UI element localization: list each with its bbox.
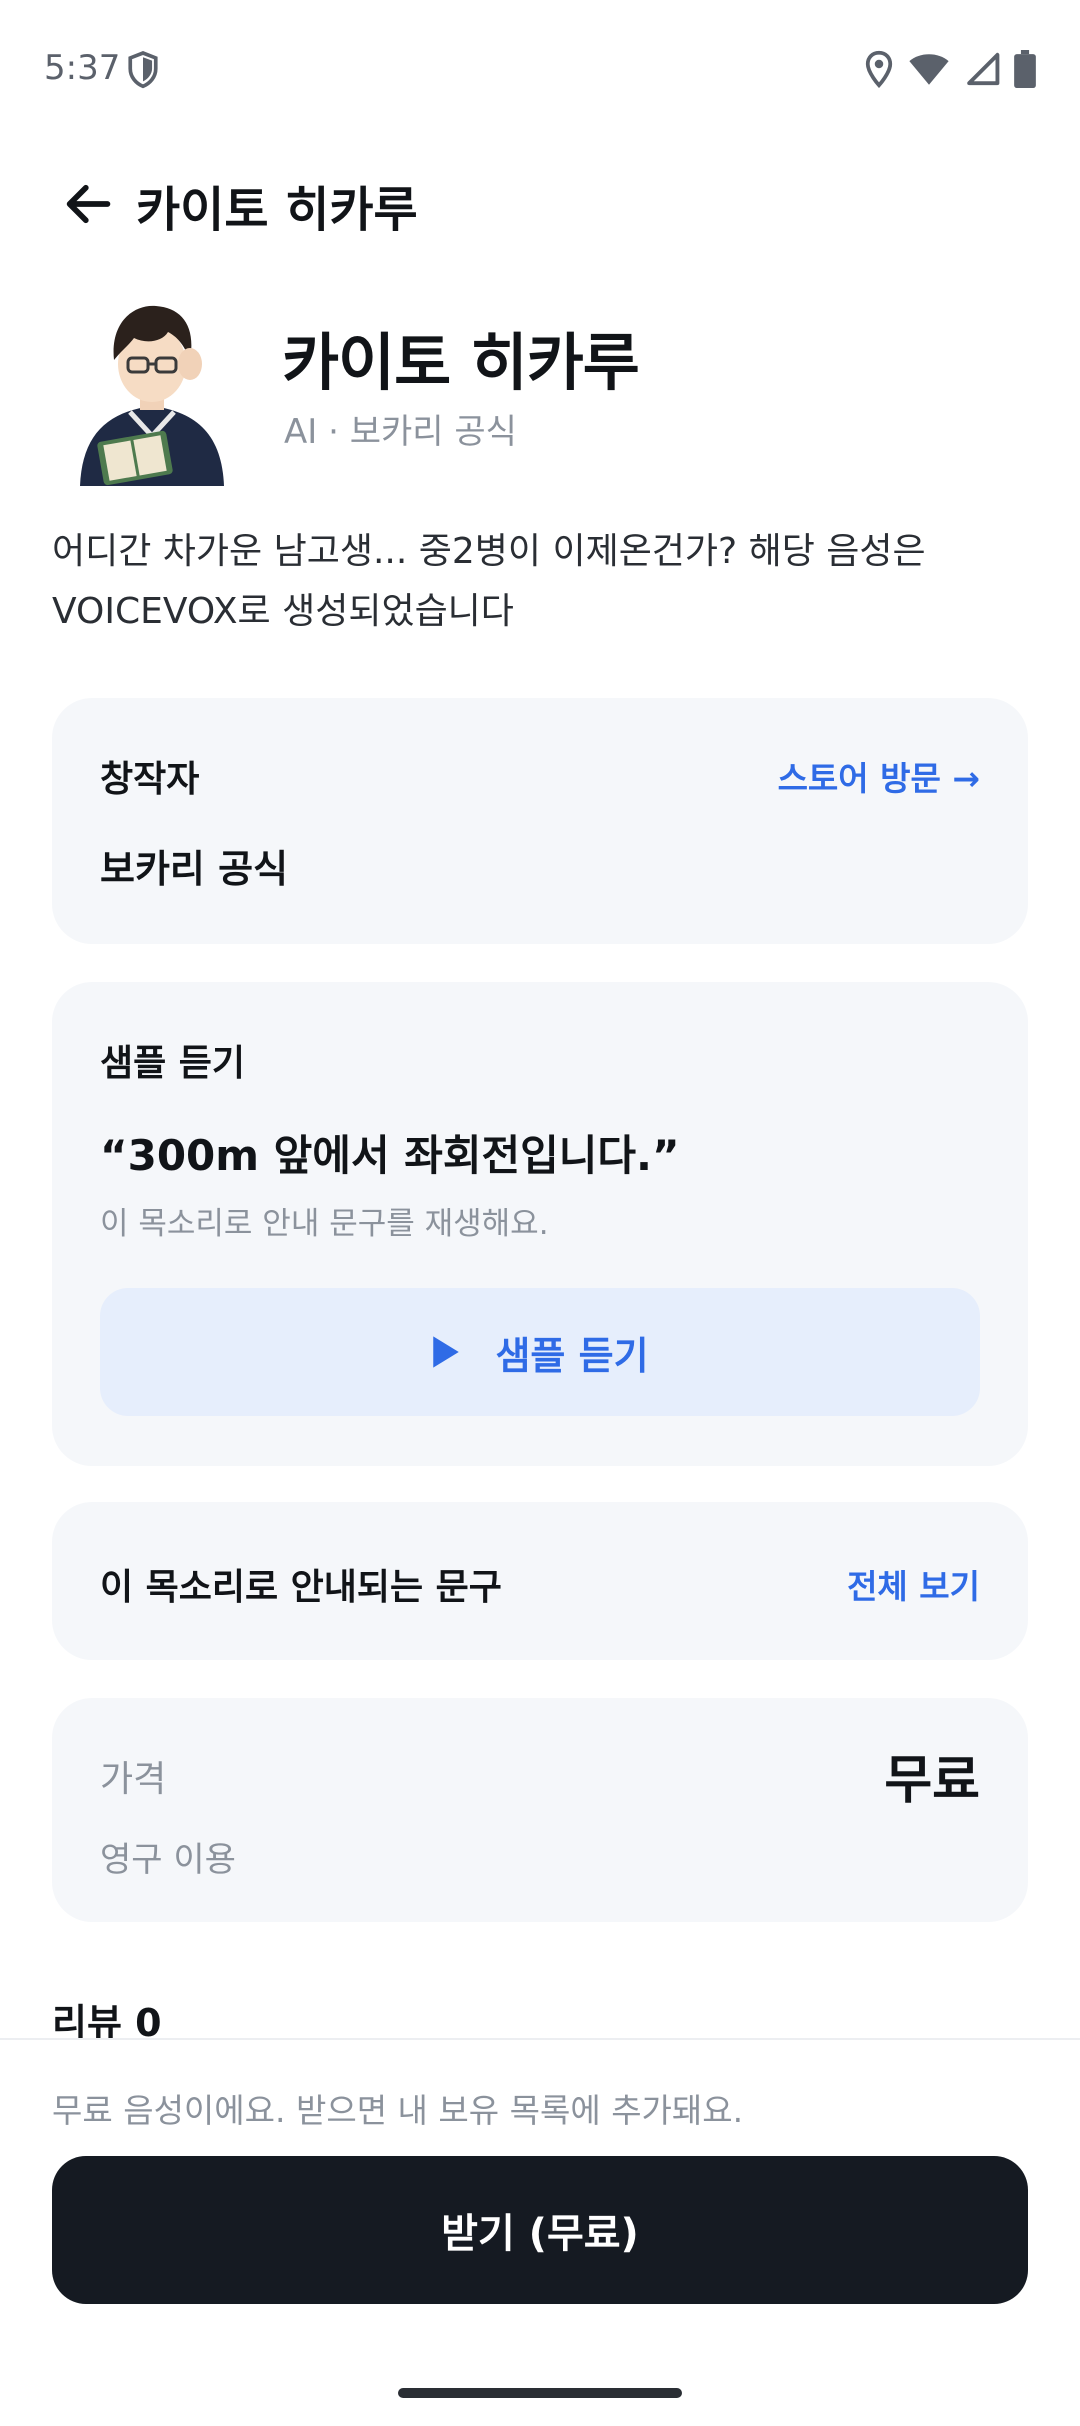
- shield-icon: [128, 51, 158, 89]
- location-icon: [865, 50, 893, 88]
- sample-card: 샘플 듣기 “300m 앞에서 좌회전입니다.” 이 목소리로 안내 문구를 재…: [52, 982, 1028, 1466]
- price-term: 영구 이용: [100, 1840, 236, 1880]
- sample-hint: 이 목소리로 안내 문구를 재생해요.: [100, 1206, 549, 1242]
- play-sample-button[interactable]: 샘플 듣기: [100, 1288, 980, 1416]
- phrases-card: 이 목소리로 안내되는 문구 전체 보기: [52, 1502, 1028, 1660]
- header-title: 카이토 히카루: [136, 182, 418, 238]
- sample-quote: “300m 앞에서 좌회전입니다.”: [100, 1131, 680, 1180]
- voice-description: 어디간 차가운 남고생... 중2병이 이제온건가? 해당 음성은 VOICEV…: [52, 531, 926, 632]
- wifi-icon: [909, 54, 949, 85]
- status-time: 5:37: [44, 48, 121, 88]
- avatar: [80, 305, 224, 486]
- home-indicator[interactable]: [398, 2388, 682, 2398]
- battery-icon: [1014, 50, 1036, 88]
- creator-card: 창작자 스토어 방문 → 보카리 공식: [52, 698, 1028, 944]
- phrases-label: 이 목소리로 안내되는 문구: [100, 1567, 502, 1608]
- price-card: 가격 무료 영구 이용: [52, 1698, 1028, 1922]
- signal-icon: [967, 52, 1000, 86]
- bottom-action-bar: 무료 음성이에요. 받으면 내 보유 목록에 추가돼요. 받기 (무료): [0, 2038, 1080, 2426]
- get-free-button[interactable]: 받기 (무료): [52, 2156, 1028, 2304]
- play-sample-label: 샘플 듣기: [495, 1333, 649, 1378]
- profile-name: 카이토 히카루: [282, 326, 640, 399]
- status-icons: [864, 50, 1036, 88]
- get-free-button-label: 받기 (무료): [441, 2211, 639, 2257]
- view-all-link[interactable]: 전체 보기: [847, 1560, 980, 1608]
- price-value: 무료: [884, 1751, 980, 1811]
- free-voice-note: 무료 음성이에요. 받으면 내 보유 목록에 추가돼요.: [52, 2091, 744, 2130]
- visit-store-link[interactable]: 스토어 방문 →: [778, 752, 980, 800]
- creator-name: 보카리 공식: [100, 847, 289, 891]
- profile-subtitle: AI · 보카리 공식: [284, 412, 517, 452]
- price-label: 가격: [100, 1759, 167, 1800]
- play-icon: [433, 1336, 460, 1368]
- back-button[interactable]: [52, 168, 124, 240]
- creator-label: 창작자: [100, 759, 200, 800]
- arrow-left-icon: [66, 184, 111, 224]
- sample-label: 샘플 듣기: [100, 1043, 246, 1084]
